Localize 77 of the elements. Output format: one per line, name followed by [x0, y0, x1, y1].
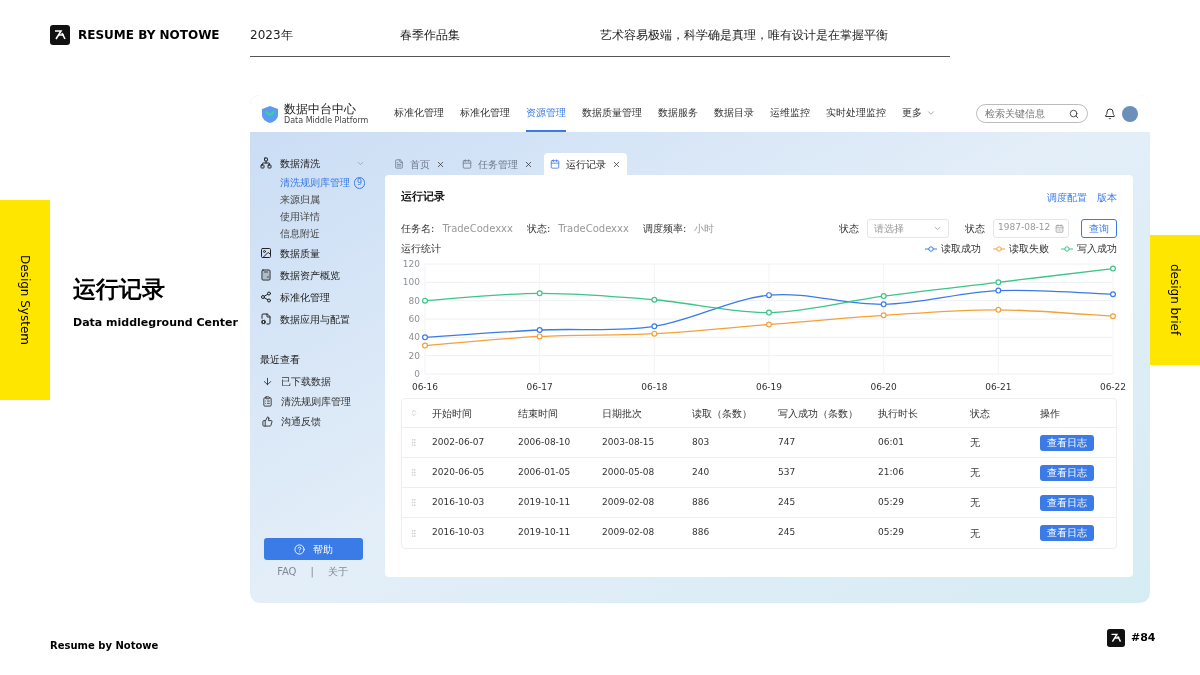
- table-cell-text: 无: [970, 526, 981, 541]
- axis-tick-label: 06-17: [526, 382, 553, 392]
- table-cell-text: 2002-06-07: [432, 435, 486, 449]
- side-tab-label: design brief: [1167, 264, 1183, 336]
- table-cell-text: 05:29: [878, 495, 905, 509]
- table-cell-text: 无: [970, 436, 981, 450]
- axis-tick-label: 06-21: [985, 382, 1012, 392]
- page-number: #84: [1131, 629, 1156, 646]
- table-cell-text: 无: [970, 466, 981, 480]
- legend-label: 写入成功: [1077, 242, 1117, 256]
- slide-subtitle: Data middleground Center: [73, 314, 238, 331]
- table-cell-text: 886: [692, 495, 711, 509]
- legend-label: 读取失败: [1009, 242, 1049, 256]
- column-header: 状态: [970, 406, 991, 421]
- table-cell-text: 05:29: [878, 526, 905, 540]
- motto-text: 艺术容易极端，科学确是真理，唯有设计是在掌握平衡: [600, 26, 888, 44]
- slide-title: 运行记录: [73, 275, 166, 304]
- filter-label: 任务名:: [401, 221, 435, 236]
- axis-tick-label: 100: [402, 277, 420, 288]
- table-cell-text: 2019-10-11: [518, 526, 572, 540]
- filter-label: 状态:: [526, 221, 551, 236]
- collection-title: 春季作品集: [400, 26, 461, 44]
- table-cell-text: 06:01: [878, 435, 905, 449]
- year-text: 2023年: [250, 26, 294, 44]
- app-subtitle: Data Middle Platform: [284, 116, 369, 125]
- column-header: 操作: [1040, 406, 1061, 421]
- table-cell-text: 2020-06-05: [432, 465, 486, 479]
- table-cell-text: 2000-05-08: [602, 465, 656, 479]
- axis-tick-label: 60: [408, 314, 420, 324]
- section-title: 最近查看: [260, 353, 301, 367]
- filter-label: 状态: [839, 221, 859, 236]
- legend-label: 读取成功: [941, 242, 981, 256]
- axis-tick-label: 40: [408, 332, 420, 343]
- filter-label: 调度频率:: [642, 221, 687, 236]
- table-cell-text: 2016-10-03: [432, 526, 486, 540]
- table-cell-text: 245: [778, 526, 797, 540]
- axis-tick-label: 06-16: [411, 382, 439, 392]
- table-cell-text: 2009-02-08: [602, 526, 656, 540]
- axis-tick-label: 0: [414, 369, 420, 379]
- filter-value: TradeCodexxx: [558, 221, 629, 236]
- column-header: 日期批次: [602, 406, 643, 421]
- table-cell-text: 747: [778, 435, 797, 449]
- column-header: 结束时间: [518, 406, 559, 421]
- table-cell-text: 245: [778, 495, 797, 509]
- axis-tick-label: 120: [402, 259, 420, 269]
- table-cell-text: 886: [692, 526, 711, 540]
- card-title: 运行记录: [401, 188, 445, 205]
- app-name: 数据中台中心: [284, 102, 357, 115]
- table-cell-text: 21:06: [878, 465, 905, 479]
- axis-tick-label: 06-18: [641, 382, 668, 392]
- table-cell-text: 803: [692, 435, 711, 449]
- table-cell-text: 2006-08-10: [518, 435, 572, 449]
- link-separator: |: [310, 565, 314, 579]
- axis-tick-label: 06-19: [755, 382, 783, 392]
- table-cell-text: 240: [692, 465, 711, 479]
- brand-name: RESUME BY NOTOWE: [78, 27, 220, 44]
- column-header: 开始时间: [432, 406, 473, 421]
- side-tab-label: Design System: [17, 255, 33, 345]
- axis-tick-label: 06-22: [1099, 382, 1127, 392]
- filter-value: 小时: [694, 221, 715, 236]
- axis-tick-label: 06-20: [870, 382, 897, 392]
- column-header: 执行时长: [878, 406, 919, 421]
- axis-tick-label: 80: [408, 295, 420, 306]
- column-header: 读取（条数）: [692, 406, 753, 421]
- table-cell-text: 2006-01-05: [518, 465, 572, 479]
- column-header: 写入成功（条数）: [778, 406, 859, 421]
- footer-brand: Resume by Notowe: [50, 639, 159, 653]
- table-cell-text: 无: [970, 496, 981, 510]
- axis-tick-label: 20: [408, 350, 420, 361]
- table-cell-text: 2019-10-11: [518, 495, 572, 509]
- filter-label: 状态: [965, 221, 985, 236]
- table-cell-text: 537: [778, 465, 797, 479]
- filter-value: TradeCodexxx: [442, 221, 513, 236]
- table-cell-text: 2016-10-03: [432, 495, 486, 509]
- chart-label: 运行统计: [401, 242, 441, 256]
- table-cell-text: 2009-02-08: [602, 495, 656, 509]
- table-cell-text: 2003-08-15: [602, 435, 656, 449]
